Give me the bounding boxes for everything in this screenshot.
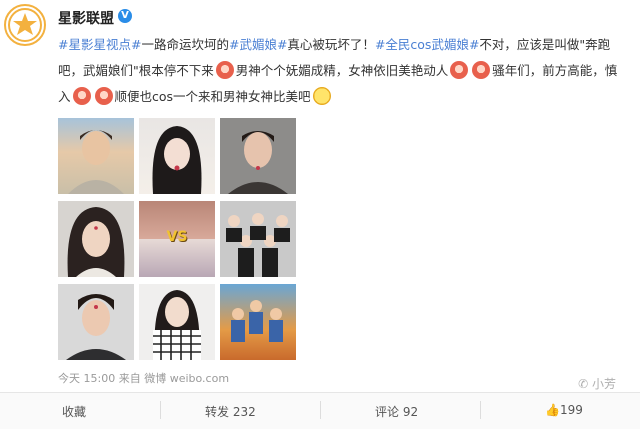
verified-icon: V [118, 9, 132, 23]
account-name[interactable]: 星影联盟 [58, 8, 114, 28]
photo-thumbnail[interactable] [220, 118, 296, 194]
collect-label: 收藏 [62, 405, 87, 419]
hashtag-link[interactable]: #全民cos武媚娘# [375, 37, 479, 52]
vs-label: VS [166, 229, 188, 245]
avatar[interactable] [4, 4, 46, 46]
action-bar: 收藏 转发 232 评论 92 👍199 [0, 392, 640, 429]
comment-button[interactable]: 评论 92 [375, 403, 418, 420]
divider [320, 401, 321, 419]
grin-emoji-icon [312, 87, 331, 105]
emoji-icon [94, 87, 113, 105]
post-text-segment: 一路命运坎坷的 [141, 37, 229, 52]
photo-thumbnail[interactable] [220, 201, 296, 277]
like-count: 199 [559, 403, 583, 417]
poster-group-icon [231, 300, 283, 342]
emoji-icon [450, 61, 469, 79]
collect-button[interactable]: 收藏 [62, 403, 86, 420]
repost-button[interactable]: 转发 232 [205, 403, 256, 420]
photo-thumbnail[interactable] [139, 284, 215, 360]
post-time[interactable]: 今天 15:00 [58, 372, 115, 385]
photo-thumbnail[interactable]: VS [139, 201, 215, 277]
post-text-segment: 真心被玩坏了！ [287, 37, 375, 52]
photo-thumbnail[interactable] [220, 284, 296, 360]
emoji-icon [215, 61, 234, 79]
post-text-segment: 男神个个妩媚成精，女神依旧美艳动人 [235, 63, 449, 78]
photo-thumbnail[interactable] [58, 201, 134, 277]
hashtag-link[interactable]: #星影星视点# [58, 37, 141, 52]
group-portrait-icon [226, 213, 290, 277]
hashtag-link[interactable]: #武媚娘# [229, 37, 287, 52]
man-portrait-icon [68, 130, 124, 194]
watermark-text: 小芳 [591, 377, 616, 391]
woman-portrait-icon [152, 126, 202, 194]
post-text-segment: 顺便也cos一个来和男神女神比美吧 [114, 89, 311, 104]
photo-thumbnail[interactable] [58, 284, 134, 360]
photo-thumbnail[interactable] [139, 118, 215, 194]
comment-label: 评论 92 [375, 405, 419, 419]
man-portrait-icon [66, 294, 126, 360]
like-button[interactable]: 👍199 [545, 403, 583, 417]
photo-thumbnail[interactable] [58, 118, 134, 194]
divider [480, 401, 481, 419]
star-logo-icon [8, 8, 42, 42]
source-prefix: 来自 [118, 372, 141, 385]
woman-portrait-icon [67, 207, 125, 277]
emoji-icon [72, 87, 91, 105]
repost-label: 转发 232 [205, 405, 256, 419]
woman-portrait-icon [153, 290, 201, 360]
emoji-icon [472, 61, 491, 79]
watermark: ✆ 小芳 [578, 375, 616, 392]
thumbs-up-icon: 👍 [545, 403, 560, 417]
post-meta: 今天 15:00 来自 微博 weibo.com [58, 370, 229, 386]
post-source[interactable]: 微博 weibo.com [144, 372, 229, 385]
man-portrait-icon [228, 131, 288, 194]
divider [160, 401, 161, 419]
wechat-icon: ✆ [578, 377, 589, 391]
post-text: #星影星视点#一路命运坎坷的#武媚娘#真心被玩坏了！#全民cos武媚娘#不对，应… [58, 32, 628, 110]
photo-grid: VS [58, 118, 298, 362]
